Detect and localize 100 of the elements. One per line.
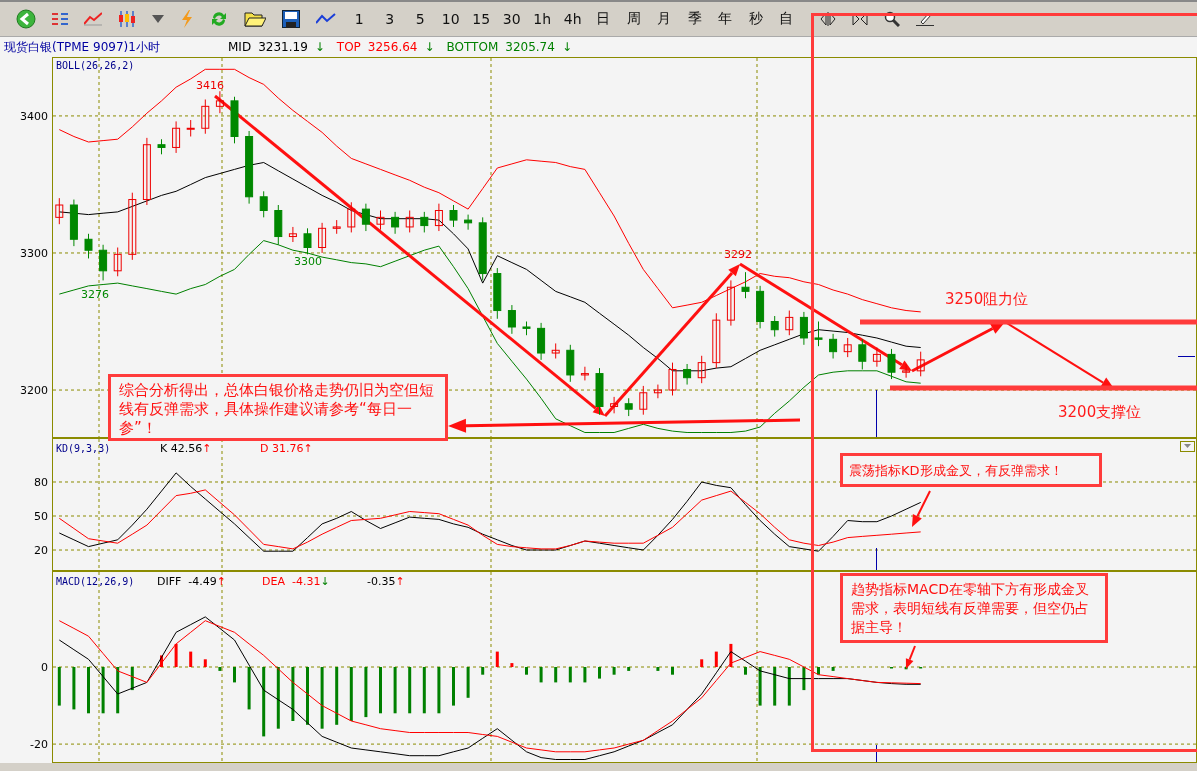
timeframe-button[interactable]: 5 [405,11,436,27]
bar [247,667,251,710]
bar [203,659,207,667]
candlestick [829,333,838,359]
dropdown-icon[interactable] [1180,441,1195,452]
dropdown-icon[interactable] [152,15,164,23]
bar [714,651,718,667]
candlestick [551,342,560,359]
bar [276,667,280,729]
wave-icon[interactable] [316,13,336,25]
timeframe-button[interactable]: 10 [435,11,466,27]
bar [539,667,543,683]
candlestick [726,279,735,327]
axis-label: 3300 [20,247,48,260]
candlestick [639,385,648,416]
direction-arrow: ↓ [561,40,572,54]
price-level-label: 3250阻力位 [945,290,1029,308]
axis-label: 80 [34,476,48,489]
candlestick [624,397,633,417]
timeframe-button[interactable]: 1h [527,11,558,27]
list-icon[interactable] [52,12,68,26]
candlestick [376,210,385,231]
indicator-readout: DIFF -4.49↑ [157,575,227,588]
readout-label: TOP [336,40,361,54]
candlestick [449,204,458,228]
expand-icon[interactable] [819,12,836,26]
indicator-name: KD(9,3,3) [56,443,111,454]
timeframe-button[interactable]: 3 [374,11,405,27]
bar [364,667,368,718]
axis-label: 3400 [20,109,48,123]
candlestick [157,138,166,155]
annotation-text: 震荡指标KD形成金叉，有反弹需求！ [840,453,1102,487]
candlestick [507,304,516,335]
bar [787,667,791,706]
indicator-name: MACD(12,26,9) [56,576,135,587]
bar [831,667,835,671]
save-icon[interactable] [282,10,300,28]
candlestick [595,367,604,416]
cursor-line [876,548,877,570]
timeframe-button[interactable]: 周 [618,10,649,28]
timeframe-button[interactable]: 日 [588,10,619,28]
candlestick [653,384,662,399]
candlestick [434,203,443,232]
bar [802,667,806,691]
folder-icon[interactable] [244,11,266,27]
candlestick [799,311,808,346]
candlestick [84,233,93,259]
bar [495,651,499,667]
bar [437,667,441,714]
candlestick [668,362,677,396]
candlestick [770,315,779,338]
candlestick [916,351,925,377]
candlestick [186,119,195,137]
bar [189,651,193,667]
candlestick [55,197,64,225]
indicator-readout: K 42.56↑ [160,442,212,455]
candlestick [712,312,721,369]
candlestick [405,210,414,233]
bar [116,667,120,714]
bar [393,667,397,714]
timeframe-button[interactable]: 年 [710,10,741,28]
bar [525,667,528,675]
annotation-arrow [905,645,916,669]
bar [349,667,353,721]
candlestick [215,90,224,114]
timeframe-button[interactable]: 15 [466,11,497,27]
timeframe-button[interactable]: 30 [496,11,527,27]
candlestick [201,99,210,135]
timeframe-button[interactable]: 自 [771,10,802,28]
bar [481,667,485,675]
candlestick [785,310,794,336]
candlestick [756,285,765,329]
direction-arrow: ↓ [314,40,325,54]
bar [422,667,426,714]
price-label: 3300 [294,255,322,268]
candlestick-icon[interactable] [118,11,136,27]
back-icon[interactable] [16,9,36,29]
bar [773,667,777,706]
candlestick [361,203,370,232]
bar [379,667,382,714]
search-icon[interactable] [883,11,900,27]
annotation-text: 综合分析得出，总体白银价格走势仍旧为空但短线有反弹需求，具体操作建议请参考“每日一参”！ [108,374,448,441]
candlestick [391,211,400,235]
timeframe-button[interactable]: 4h [557,11,588,27]
bar [72,667,76,710]
bar [554,667,558,683]
candlestick [99,244,108,281]
timeframe-button[interactable]: 月 [649,10,680,28]
direction-arrow: ↓ [424,40,435,54]
timeframe-button[interactable]: 1 [344,11,375,27]
line-chart-icon[interactable] [84,12,102,26]
bar [320,667,324,729]
timeframe-button[interactable]: 季 [679,10,710,28]
bar [598,667,601,679]
timeframe-button[interactable]: 秒 [740,10,771,28]
candlestick [478,216,487,281]
bar [306,667,309,725]
cursor-line [876,390,877,437]
candlestick [332,219,341,235]
candlestick [172,120,181,154]
